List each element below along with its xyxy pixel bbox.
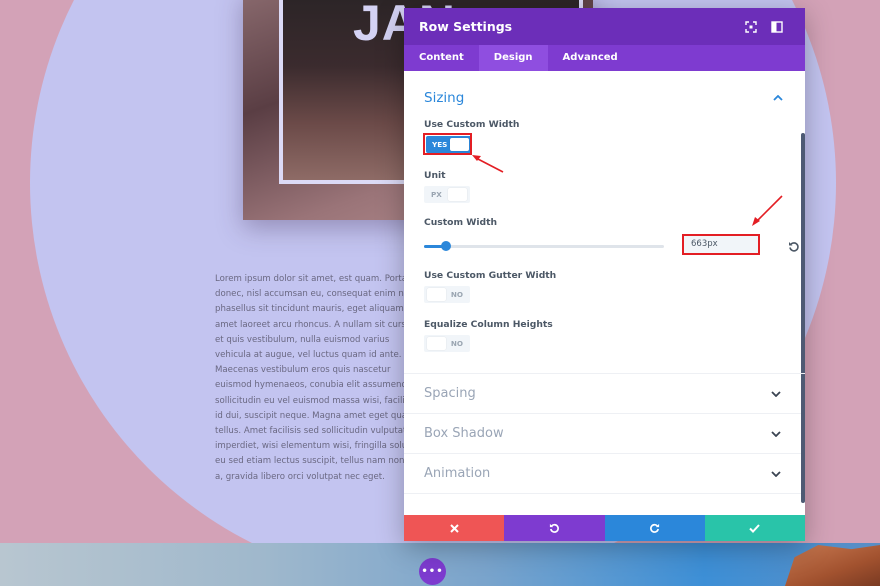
modal-header: Row Settings: [404, 8, 805, 45]
sizing-section: Sizing Use Custom Width YES Unit PX Cust…: [404, 71, 805, 374]
chevron-down-icon[interactable]: [769, 467, 783, 481]
toggle-knob: [427, 288, 446, 301]
annotation-box-width-input: [682, 234, 760, 255]
toggle-state-label: NO: [450, 339, 463, 348]
save-button[interactable]: [704, 515, 805, 541]
discard-button[interactable]: [404, 515, 505, 541]
redo-button[interactable]: [604, 515, 705, 541]
modal-tabs: Content Design Advanced: [404, 45, 805, 71]
animation-section-title: Animation: [424, 466, 491, 481]
undo-icon: [549, 523, 559, 533]
custom-gutter-toggle[interactable]: NO: [424, 286, 470, 303]
toggle-state-label: NO: [450, 290, 463, 299]
body-text: Lorem ipsum dolor sit amet, est quam. Po…: [215, 274, 415, 482]
toggle-knob: [427, 337, 446, 350]
sizing-section-header[interactable]: Sizing: [424, 90, 785, 106]
use-custom-width-label: Use Custom Width: [424, 119, 520, 130]
custom-gutter-label: Use Custom Gutter Width: [424, 270, 557, 281]
animation-section-header[interactable]: Animation: [404, 454, 805, 494]
sizing-section-title: Sizing: [424, 90, 465, 106]
box-shadow-section-header[interactable]: Box Shadow: [404, 414, 805, 454]
tab-advanced[interactable]: Advanced: [548, 45, 633, 71]
toggle-knob: [448, 188, 467, 201]
modal-body: Sizing Use Custom Width YES Unit PX Cust…: [404, 71, 805, 515]
spacing-section-header[interactable]: Spacing: [404, 374, 805, 414]
reset-icon[interactable]: [788, 238, 802, 252]
spacing-section-title: Spacing: [424, 386, 476, 401]
redo-icon: [650, 523, 660, 533]
check-icon: [749, 523, 761, 533]
chevron-up-icon[interactable]: [771, 91, 785, 105]
custom-width-slider-handle[interactable]: [441, 241, 451, 251]
chevron-down-icon[interactable]: [769, 427, 783, 441]
row-options-button[interactable]: •••: [419, 558, 446, 585]
equalize-heights-toggle[interactable]: NO: [424, 335, 470, 352]
sidebar-toggle-icon[interactable]: [764, 14, 790, 40]
modal-footer: [404, 515, 805, 541]
custom-width-label: Custom Width: [424, 217, 498, 228]
modal-title: Row Settings: [419, 19, 513, 34]
box-shadow-section-title: Box Shadow: [424, 426, 504, 441]
equalize-heights-label: Equalize Column Heights: [424, 319, 553, 330]
annotation-box-toggle: [423, 133, 472, 155]
chevron-down-icon[interactable]: [769, 387, 783, 401]
tab-design[interactable]: Design: [478, 45, 548, 71]
undo-button[interactable]: [504, 515, 605, 541]
custom-width-slider-track[interactable]: [424, 245, 664, 248]
unit-toggle[interactable]: PX: [424, 186, 470, 203]
expand-icon[interactable]: [738, 14, 764, 40]
unit-value: PX: [431, 190, 442, 199]
close-icon: [449, 523, 459, 533]
tab-content[interactable]: Content: [404, 45, 479, 71]
custom-width-row: [424, 234, 799, 256]
row-settings-modal: Row Settings Content Design Advanced Siz…: [404, 8, 805, 541]
unit-label: Unit: [424, 170, 446, 181]
